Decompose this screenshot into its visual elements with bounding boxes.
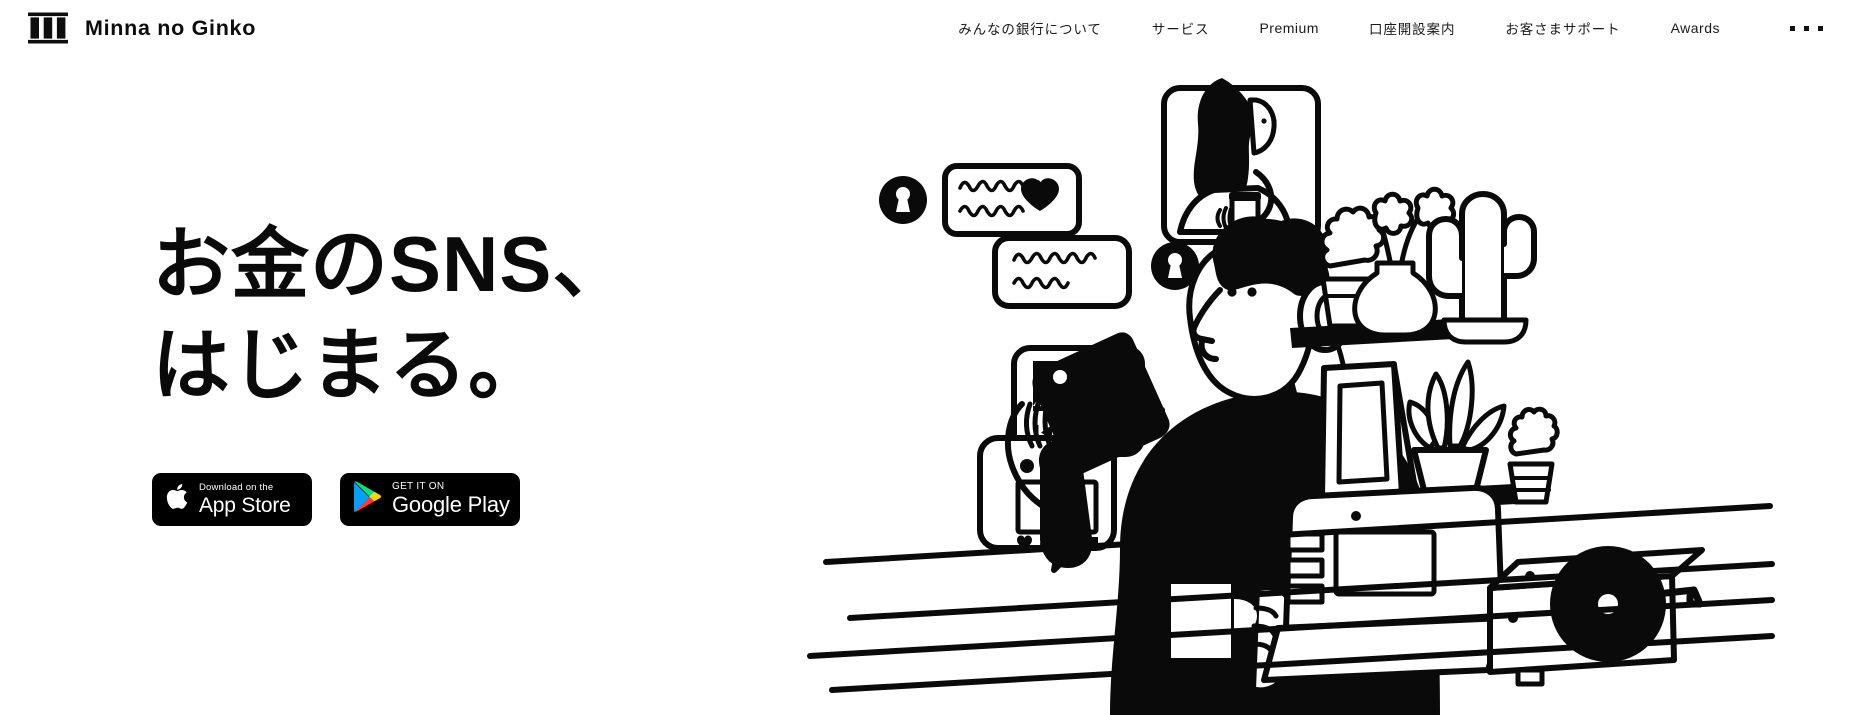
more-dot-3 <box>1818 25 1823 31</box>
nav-awards[interactable]: Awards <box>1671 12 1720 44</box>
app-store-main-label: App Store <box>199 493 291 517</box>
google-play-top-label: GET IT ON <box>392 481 445 493</box>
app-store-button[interactable]: Download on the App Store <box>152 472 312 526</box>
google-play-button[interactable]: GET IT ON Google Play <box>340 472 520 526</box>
nav-support[interactable]: お客さまサポート <box>1505 10 1620 46</box>
hero-illustration <box>790 48 1861 715</box>
small-cactus <box>1507 406 1560 505</box>
more-dot-1 <box>1790 25 1795 31</box>
headline-line-2: はじまる。 <box>152 321 548 410</box>
hero-copy: お金のSNS、 はじまる。 Download on the App Store <box>152 214 631 526</box>
main-navigation: みんなの銀行について サービス Premium 口座開設案内 お客さまサポート … <box>958 10 1861 46</box>
headline-line-1: お金のSNS、 <box>152 220 632 308</box>
more-dots-icon[interactable] <box>1786 16 1827 41</box>
bank-pillars-icon <box>28 12 68 44</box>
nav-premium[interactable]: Premium <box>1259 12 1319 44</box>
brand-name: Minna no Ginko <box>85 15 257 40</box>
site-header: Minna no Ginko みんなの銀行について サービス Premium 口… <box>0 0 1861 56</box>
flower-left <box>1371 191 1415 236</box>
nav-service[interactable]: サービス <box>1152 10 1210 46</box>
nav-about[interactable]: みんなの銀行について <box>958 10 1102 46</box>
cactus <box>1426 191 1537 345</box>
leafy-plant <box>1406 359 1507 501</box>
google-play-labels: GET IT ON Google Play <box>392 482 510 516</box>
nav-account-opening[interactable]: 口座開設案内 <box>1369 10 1455 46</box>
more-dot-2 <box>1804 25 1809 31</box>
app-store-labels: Download on the App Store <box>199 483 291 516</box>
chat-bubble-scribble-2 <box>992 235 1132 309</box>
chat-bubble-scribble-1 <box>942 163 1082 237</box>
landing-page: Minna no Ginko みんなの銀行について サービス Premium 口… <box>0 0 1861 715</box>
hero-headline: お金のSNS、 はじまる。 <box>152 214 631 417</box>
store-badges: Download on the App Store GET IT ON Goog… <box>152 472 631 526</box>
lock-badge-icon-left <box>879 176 927 224</box>
picture-frame <box>1319 361 1419 501</box>
app-store-top-label: Download on the <box>199 482 274 494</box>
google-play-main-label: Google Play <box>392 492 510 518</box>
google-play-icon <box>353 481 382 518</box>
apple-logo-icon <box>165 482 189 516</box>
brand-logo-link[interactable]: Minna no Ginko <box>28 12 256 44</box>
